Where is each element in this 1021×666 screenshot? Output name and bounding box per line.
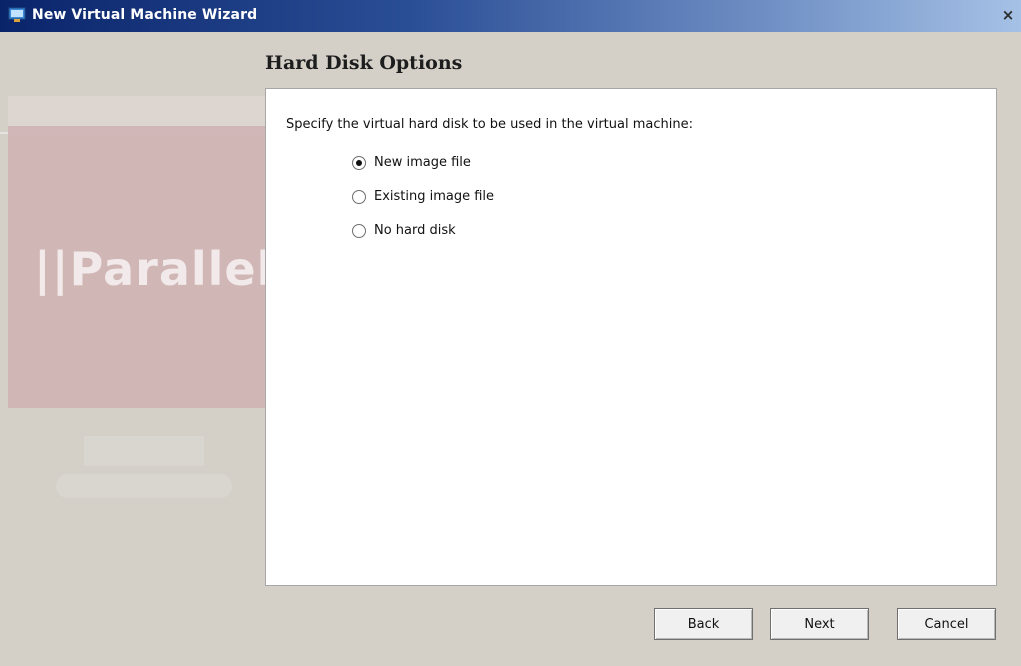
- radio-new-image-file[interactable]: [352, 155, 366, 170]
- next-button[interactable]: Next: [770, 608, 869, 640]
- page-title: Hard Disk Options: [265, 52, 463, 74]
- options-panel: Specify the virtual hard disk to be used…: [265, 88, 997, 586]
- back-button[interactable]: Back: [654, 608, 753, 640]
- wizard-window: New Virtual Machine Wizard × ||Parallels…: [0, 0, 1021, 666]
- prompt-text: Specify the virtual hard disk to be used…: [286, 117, 693, 132]
- option-no-hard-disk[interactable]: No hard disk: [352, 223, 456, 238]
- radio-no-hard-disk[interactable]: [352, 223, 366, 238]
- option-existing-image-file[interactable]: Existing image file: [352, 189, 494, 204]
- option-label: Existing image file: [374, 189, 495, 204]
- option-new-image-file[interactable]: New image file: [352, 155, 471, 170]
- logo-bars: ||: [34, 242, 70, 296]
- cancel-button[interactable]: Cancel: [897, 608, 996, 640]
- monitor-stand: [84, 436, 204, 466]
- parallels-logo: ||Parallels: [34, 242, 302, 296]
- title-bar[interactable]: New Virtual Machine Wizard ×: [0, 0, 1021, 32]
- monitor-base: [56, 474, 232, 498]
- virtual-machine-icon: [8, 7, 26, 22]
- option-label: No hard disk: [374, 223, 456, 238]
- window-title: New Virtual Machine Wizard: [32, 7, 258, 23]
- option-label: New image file: [374, 155, 471, 170]
- close-icon[interactable]: ×: [999, 6, 1017, 24]
- radio-existing-image-file[interactable]: [352, 189, 366, 204]
